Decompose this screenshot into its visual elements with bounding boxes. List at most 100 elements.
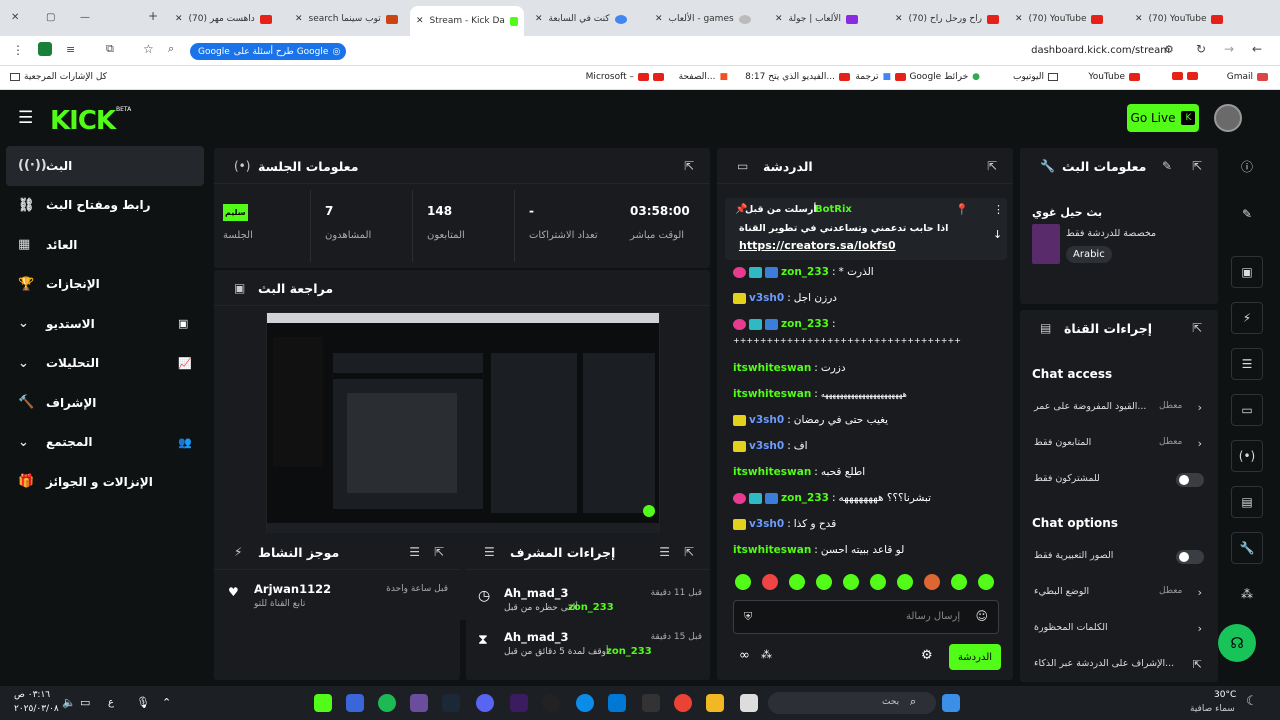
bookmark-item[interactable]: الصفحة... ■ [679,72,728,82]
tab-item[interactable]: ✕ الألعاب - games [655,8,765,30]
close-window-icon[interactable]: ✕ [11,12,19,23]
bookmark-item[interactable]: YouTube [1088,72,1140,82]
layout-icon[interactable]: ▣ [1231,256,1263,288]
apps-icon[interactable]: ⁂ [1231,578,1263,610]
share-icon[interactable]: ⧉ [106,42,114,56]
speaker-icon[interactable]: 🔈 [62,696,76,709]
taskbar-app-icon[interactable] [642,694,660,712]
tab-item[interactable]: ✕ كنت في السابعة [535,8,645,30]
all-bookmarks[interactable]: كل الإشارات المرجعية [10,72,107,82]
emote-icon[interactable] [897,574,913,590]
menu-dots-icon[interactable]: ⋮ [12,43,24,57]
emote-icon[interactable] [843,574,859,590]
slow-mode-row[interactable]: الوضع البطيء معطل › [1034,586,1204,602]
lightning-icon[interactable]: ⚡ [1231,302,1263,334]
emoji-icon[interactable]: ☺ [975,609,988,623]
new-tab-icon[interactable]: + [148,9,158,23]
pinned-link[interactable]: https://creators.sa/lokfs0 [739,239,896,252]
back-icon[interactable]: ← [1252,42,1262,56]
google-ask-button[interactable]: Google طرح أسئلة على Google ◎ [190,43,347,60]
emote-icon[interactable] [978,574,994,590]
minimize-icon[interactable]: — [80,12,90,23]
emotes-only-toggle[interactable] [1176,550,1204,564]
chrome-icon[interactable] [674,694,692,712]
channel-icon[interactable]: ▤ [1231,486,1263,518]
taskbar-app-icon[interactable] [542,694,560,712]
chat-input[interactable]: ⛨ إرسال رسالة ☺ [733,600,999,634]
tune-icon[interactable]: ⚙ [1164,43,1174,56]
dots-icon[interactable]: ⁂ [761,648,772,661]
wrench-icon[interactable]: 🔧 [1231,532,1263,564]
chevron-up-icon[interactable]: ⌃ [162,696,171,709]
expand-down-icon[interactable]: ↓ [993,228,1002,241]
help-chat-icon[interactable]: ☊ [1218,624,1256,662]
infinity-icon[interactable]: ∞ [739,648,750,663]
reload-icon[interactable]: ↻ [1196,42,1206,56]
emote-icon[interactable] [816,574,832,590]
followers-only-row[interactable]: المتابعون فقط معطل › [1034,437,1204,453]
taskbar-app-icon[interactable] [510,694,528,712]
sidebar-item-achievements[interactable]: 🏆 الإنجازات [6,265,204,305]
edge-icon[interactable] [576,694,594,712]
avatar[interactable] [1214,104,1242,132]
emote-icon[interactable] [789,574,805,590]
restore-icon[interactable]: ▢ [46,12,55,23]
bookmark-item[interactable] [1172,72,1198,80]
bookmark-star-icon[interactable]: ☆ [143,42,154,56]
subscribers-only-toggle[interactable] [1176,473,1204,487]
taskbar-app-icon[interactable] [410,694,428,712]
bookmark-item[interactable]: Google خرائط ● [909,72,980,82]
hamburger-menu-icon[interactable]: ☰ [18,108,33,128]
more-icon[interactable]: ⋮ [993,203,1004,216]
playlist-icon[interactable]: ≡ [66,43,75,56]
tab-item[interactable]: ✕ search توب سينما [295,8,405,30]
emote-icon[interactable] [951,574,967,590]
go-live-button[interactable]: Go Live K [1127,104,1199,132]
taskbar-app-icon[interactable] [314,694,332,712]
steam-icon[interactable] [442,694,460,712]
store-icon[interactable] [608,694,626,712]
pin-toggle-icon[interactable]: 📍 [955,203,969,216]
sidebar-item-stream-key[interactable]: ⛓ رابط ومفتاح البث [6,186,204,226]
filter-icon[interactable]: ☰ [659,545,670,559]
tab-item-active[interactable]: ✕ Stream - Kick Da [410,6,524,36]
edit-icon[interactable]: ✎ [1162,159,1172,173]
sidebar-item-studio[interactable]: ⌄ الاستديو ▣ [6,304,204,344]
broadcast-icon[interactable]: (•) [1231,440,1263,472]
filter-icon[interactable]: ☰ [409,545,420,559]
mic-icon[interactable]: 🎙 [136,696,150,709]
forward-icon[interactable]: → [1224,42,1234,56]
edit-icon[interactable]: ✎ [1231,198,1263,230]
age-restriction-row[interactable]: القيود المفروضة على عمر... معطل › [1034,401,1204,417]
bookmark-item[interactable]: Microsoft – [586,72,664,82]
bookmark-item[interactable]: 8:17 الفيديو الذي يتح... [745,72,850,82]
popout-icon[interactable]: ⇱ [1192,321,1202,335]
extension-icon[interactable] [38,42,52,56]
list-icon[interactable]: ☰ [1231,348,1263,380]
popout-icon[interactable]: ⇱ [434,545,444,559]
sidebar-item-drops[interactable]: 🎁 الإنزالات و الجوائز [6,462,204,502]
stream-preview-video[interactable] [266,312,660,533]
language-indicator[interactable]: ع [108,697,114,708]
sidebar-item-analytics[interactable]: ⌄ التحليلات 📈 [6,344,204,384]
emote-icon[interactable] [870,574,886,590]
tab-item[interactable]: ✕ (70) YouTube [1015,8,1125,30]
tab-item[interactable]: ✕ (70) YouTube [1135,8,1245,30]
popout-icon[interactable]: ⇱ [1192,159,1202,173]
bookmark-item[interactable]: اليوتيوب [1013,72,1058,82]
tab-item[interactable]: ✕ الألعاب | جولة [775,8,885,30]
taskbar-app-icon[interactable] [740,694,758,712]
discord-icon[interactable] [476,694,494,712]
network-icon[interactable]: ▭ [80,696,90,709]
zoom-icon[interactable]: ⌕ [168,42,174,56]
emote-icon[interactable] [924,574,940,590]
url-text[interactable]: dashboard.kick.com/stream [1031,45,1170,56]
info-icon[interactable]: ⓘ [1231,150,1263,182]
bookmark-item[interactable]: Gmail [1227,72,1268,82]
sidebar-item-moderation[interactable]: 🔨 الإشراف [6,383,204,423]
sidebar-item-community[interactable]: ⌄ المجتمع 👥 [6,423,204,463]
kick-logo[interactable]: KICK [50,106,116,136]
tab-item[interactable]: ✕ (70) راح ورحل راح [895,8,1005,30]
chat-icon[interactable]: ▭ [1231,394,1263,426]
spotify-icon[interactable] [378,694,396,712]
